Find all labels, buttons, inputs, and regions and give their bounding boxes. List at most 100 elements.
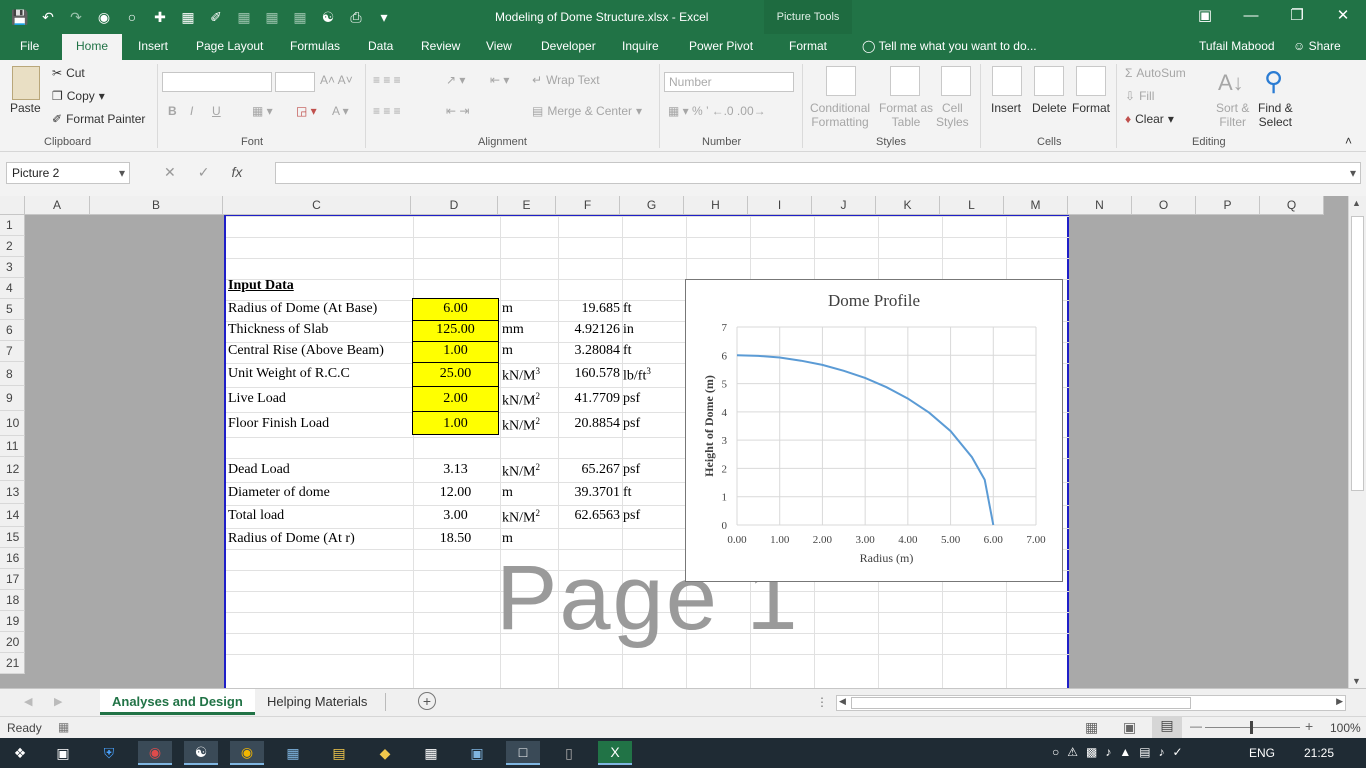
enter-icon[interactable]: ✓ bbox=[198, 164, 210, 181]
app-icon[interactable]: ▦ bbox=[276, 741, 310, 765]
row-header[interactable]: 20 bbox=[0, 632, 25, 653]
result-value[interactable]: 3.00 bbox=[412, 508, 499, 524]
web-icon[interactable]: ☯ bbox=[316, 6, 340, 28]
row-header[interactable]: 16 bbox=[0, 548, 25, 569]
scroll-left-icon[interactable]: ◀ bbox=[839, 696, 846, 707]
input-label[interactable]: Thickness of Slab bbox=[228, 322, 328, 338]
find-select-button[interactable]: Find & Select bbox=[1258, 101, 1293, 129]
result-label[interactable]: Dead Load bbox=[228, 462, 290, 478]
save-icon[interactable]: 💾 bbox=[8, 6, 32, 28]
tab-page-layout[interactable]: Page Layout bbox=[196, 39, 263, 53]
row-header[interactable]: 8 bbox=[0, 362, 25, 386]
converted-value[interactable]: 19.685 bbox=[558, 301, 621, 317]
column-header[interactable]: B bbox=[90, 196, 223, 215]
number-format-buttons[interactable]: ▦ ▾ % ’ ←.0 .00→ bbox=[668, 104, 766, 118]
tab-home[interactable]: Home bbox=[62, 34, 123, 60]
close-icon[interactable]: ✕ bbox=[1320, 0, 1366, 30]
row-header[interactable]: 1 bbox=[0, 215, 25, 236]
converted-unit[interactable]: psf bbox=[623, 462, 640, 478]
indent-button[interactable]: ⇤ ⇥ bbox=[446, 104, 469, 118]
column-header[interactable]: E bbox=[498, 196, 556, 215]
row-header[interactable]: 21 bbox=[0, 653, 25, 674]
excel-icon[interactable]: X bbox=[598, 741, 632, 765]
search-icon[interactable]: ⚲ bbox=[1264, 66, 1283, 97]
format-painter-icon[interactable]: ✐ bbox=[204, 6, 228, 28]
input-label[interactable]: Radius of Dome (At Base) bbox=[228, 301, 377, 317]
column-header[interactable]: N bbox=[1068, 196, 1132, 215]
converted-value[interactable]: 4.92126 bbox=[558, 322, 621, 338]
delete-cells-button[interactable]: Delete bbox=[1032, 101, 1067, 115]
converted-unit[interactable]: psf bbox=[623, 508, 640, 524]
restore-icon[interactable]: ❐ bbox=[1274, 0, 1320, 30]
align-top-button[interactable]: ≡ ≡ ≡ bbox=[373, 73, 401, 87]
page-layout-view-icon[interactable]: ▣ bbox=[1123, 719, 1136, 736]
input-label[interactable]: Unit Weight of R.C.C bbox=[228, 366, 350, 382]
user-name[interactable]: Tufail Mabood bbox=[1199, 39, 1275, 53]
input-data-heading[interactable]: Input Data bbox=[228, 278, 294, 294]
chrome-icon[interactable]: ◉ bbox=[230, 741, 264, 765]
converted-value[interactable]: 3.28084 bbox=[558, 343, 621, 359]
zoom-level[interactable]: 100% bbox=[1330, 721, 1361, 735]
circle-shape-icon[interactable]: ○ bbox=[120, 6, 144, 28]
insert-icon[interactable]: ✚ bbox=[148, 6, 172, 28]
app-icon[interactable]: ▣ bbox=[46, 741, 80, 765]
tab-power-pivot[interactable]: Power Pivot bbox=[689, 39, 753, 53]
converted-value[interactable]: 160.578 bbox=[558, 366, 621, 382]
scroll-up-icon[interactable]: ▲ bbox=[1352, 198, 1361, 208]
tab-view[interactable]: View bbox=[486, 39, 512, 53]
font-size-combo[interactable] bbox=[275, 72, 315, 92]
fill-button[interactable]: ⇩ Fill bbox=[1125, 89, 1154, 103]
input-value[interactable]: 6.00 bbox=[412, 301, 499, 317]
autosum-button[interactable]: Σ AutoSum bbox=[1125, 66, 1186, 80]
column-header[interactable]: J bbox=[812, 196, 876, 215]
add-sheet-icon[interactable]: + bbox=[418, 692, 436, 710]
borders-icon[interactable]: ▦ bbox=[288, 6, 312, 28]
customize-qat-icon[interactable]: ▾ bbox=[372, 6, 396, 28]
conditional-formatting-icon[interactable] bbox=[826, 66, 856, 96]
cell-styles-button[interactable]: Cell Styles bbox=[936, 101, 969, 129]
format-as-table-icon[interactable] bbox=[890, 66, 920, 96]
vertical-scrollbar[interactable]: ▲ ▼ bbox=[1348, 196, 1366, 688]
minimize-icon[interactable]: — bbox=[1228, 0, 1274, 30]
sort-filter-button[interactable]: Sort & Filter bbox=[1216, 101, 1249, 129]
cancel-icon[interactable]: ✕ bbox=[164, 164, 176, 181]
input-unit[interactable]: kN/M3 bbox=[502, 366, 540, 385]
converted-value[interactable]: 62.6563 bbox=[558, 508, 621, 524]
converted-unit[interactable]: psf bbox=[623, 391, 640, 407]
bold-button[interactable]: B bbox=[168, 104, 177, 118]
number-format-combo[interactable]: Number bbox=[664, 72, 794, 92]
row-header[interactable]: 9 bbox=[0, 386, 25, 411]
input-unit[interactable]: m bbox=[502, 301, 513, 317]
tab-developer[interactable]: Developer bbox=[541, 39, 596, 53]
input-value[interactable]: 125.00 bbox=[412, 322, 499, 338]
app-icon[interactable]: ◉ bbox=[138, 741, 172, 765]
tab-formulas[interactable]: Formulas bbox=[290, 39, 340, 53]
input-unit[interactable]: kN/M2 bbox=[502, 416, 540, 435]
font-size-buttons[interactable]: A˄ A˅ bbox=[320, 73, 353, 87]
column-header[interactable]: M bbox=[1004, 196, 1068, 215]
fill-color-button[interactable]: ◲ ▾ bbox=[296, 104, 317, 118]
ribbon-display-icon[interactable]: ▣ bbox=[1182, 0, 1228, 30]
scroll-down-icon[interactable]: ▼ bbox=[1352, 676, 1361, 686]
result-unit[interactable]: m bbox=[502, 485, 513, 501]
horizontal-scrollbar[interactable]: ◀ ▶ bbox=[836, 695, 1346, 711]
row-header[interactable]: 12 bbox=[0, 457, 25, 481]
delete-cells-icon[interactable] bbox=[1034, 66, 1064, 96]
print-preview-icon[interactable]: ⎙ bbox=[344, 6, 368, 28]
insert-cells-icon[interactable] bbox=[992, 66, 1022, 96]
input-value[interactable]: 2.00 bbox=[412, 391, 499, 407]
redo-icon[interactable]: ↷ bbox=[64, 6, 88, 28]
merge-center-button[interactable]: ▤ Merge & Center ▾ bbox=[532, 104, 642, 118]
row-header[interactable]: 7 bbox=[0, 341, 25, 362]
column-header[interactable]: C bbox=[223, 196, 411, 215]
input-unit[interactable]: kN/M2 bbox=[502, 391, 540, 410]
prev-sheet-icon[interactable]: ◀ bbox=[24, 695, 32, 708]
result-label[interactable]: Diameter of dome bbox=[228, 485, 330, 501]
name-box[interactable]: Picture 2 ▾ bbox=[6, 162, 130, 184]
converted-value[interactable]: 20.8854 bbox=[558, 416, 621, 432]
input-unit[interactable]: m bbox=[502, 343, 513, 359]
input-value[interactable]: 1.00 bbox=[412, 416, 499, 432]
zoom-in-icon[interactable]: + bbox=[1305, 718, 1313, 734]
row-header[interactable]: 18 bbox=[0, 590, 25, 611]
row-header[interactable]: 19 bbox=[0, 611, 25, 632]
